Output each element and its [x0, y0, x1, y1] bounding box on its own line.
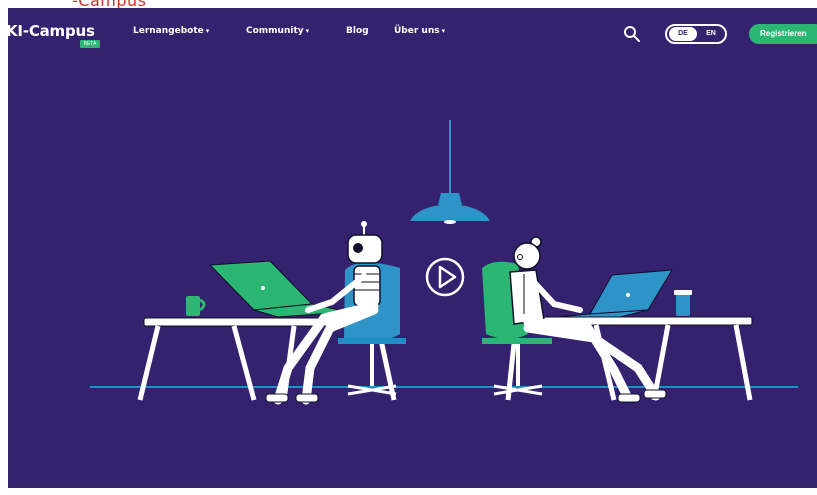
- nav-ueber-uns[interactable]: Über uns ▾: [394, 26, 445, 36]
- hero-illustration: [90, 120, 798, 405]
- top-strip: -Campus: [0, 0, 817, 10]
- chevron-down-icon: ▾: [305, 27, 310, 35]
- ki-campus-logo[interactable]: KI-Campus: [8, 22, 95, 40]
- nav-lernangebote[interactable]: Lernangebote ▾: [133, 26, 209, 36]
- lamp-icon: [410, 120, 490, 224]
- ki-campus-page: KI-Campus BETA Lernangebote ▾ Community ▾ …: [8, 8, 817, 488]
- chevron-down-icon: ▾: [205, 27, 210, 35]
- logo-text: KI-Campus: [8, 22, 95, 40]
- language-toggle[interactable]: DE EN: [665, 24, 727, 44]
- nav-blog[interactable]: Blog: [346, 26, 369, 36]
- top-navigation: KI-Campus BETA Lernangebote ▾ Community ▾ …: [8, 8, 817, 58]
- nav-community[interactable]: Community ▾: [246, 26, 309, 36]
- register-button[interactable]: Registrieren: [749, 24, 817, 44]
- chevron-down-icon: ▾: [441, 27, 446, 35]
- language-de[interactable]: DE: [669, 27, 697, 41]
- nav-community-label: Community: [246, 26, 304, 36]
- nav-ueber-uns-label: Über uns: [394, 26, 440, 36]
- language-en[interactable]: EN: [699, 27, 723, 41]
- play-video-button[interactable]: [425, 257, 465, 297]
- beta-badge: BETA: [80, 40, 100, 48]
- play-icon: [438, 265, 457, 289]
- search-icon[interactable]: [623, 25, 641, 43]
- nav-blog-label: Blog: [346, 26, 369, 36]
- nav-lernangebote-label: Lernangebote: [133, 26, 204, 36]
